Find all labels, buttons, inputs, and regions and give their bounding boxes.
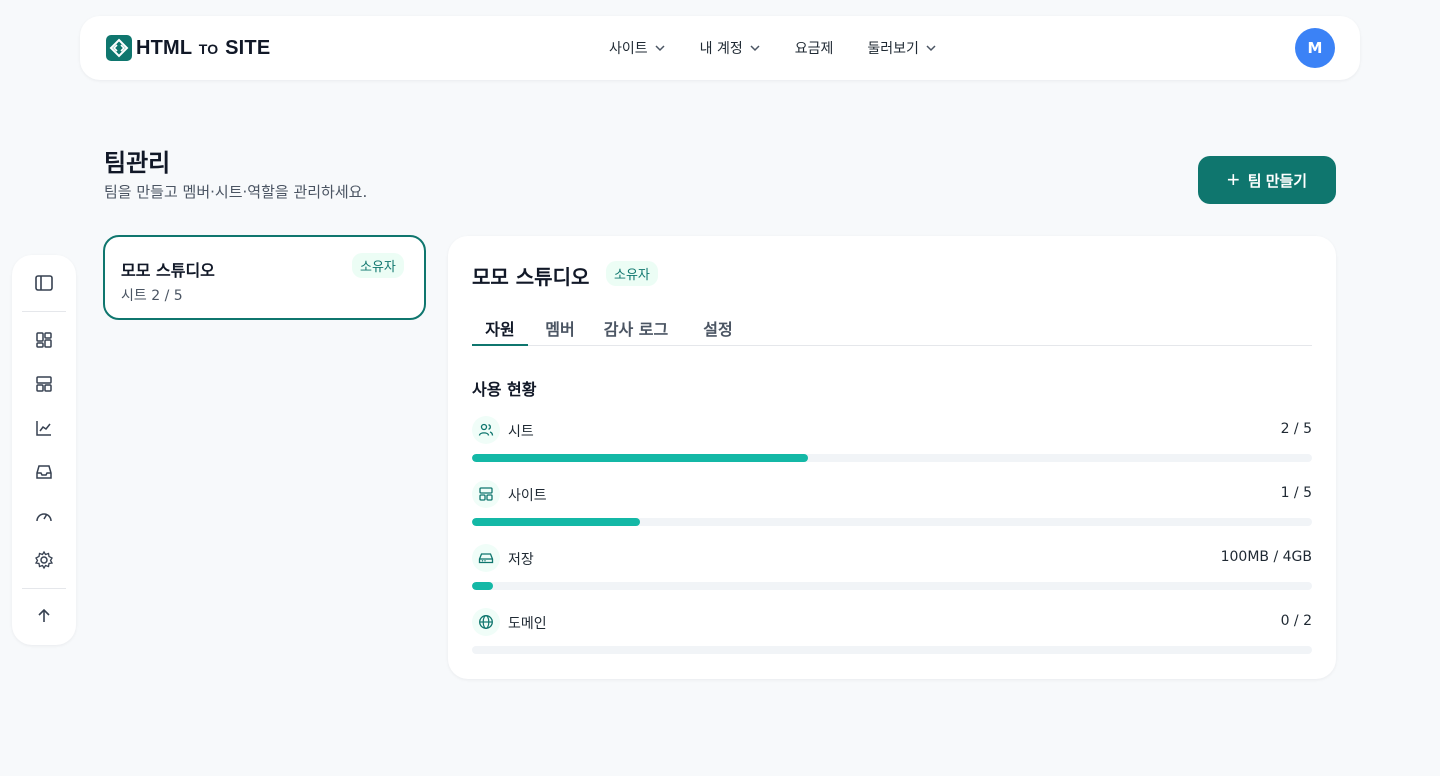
resource-progress-track	[472, 518, 1312, 526]
brand-name: HTML TO SITE	[136, 36, 271, 59]
chevron-down-icon	[750, 45, 760, 52]
rail-divider	[22, 311, 66, 312]
resource-label: 도메인	[508, 616, 547, 632]
nav-item-sites[interactable]: 사이트	[609, 38, 666, 58]
resource-progress-fill	[472, 454, 808, 462]
user-avatar[interactable]: M	[1295, 28, 1335, 68]
nav-item-explore[interactable]: 둘러보기	[867, 38, 937, 58]
nav-item-label: 요금제	[794, 41, 834, 57]
tab-members[interactable]: 멤버	[536, 312, 584, 346]
create-team-label: 팀 만들기	[1247, 172, 1308, 190]
resource-row-domains: 도메인 0 / 2	[472, 608, 1312, 656]
tab-resources[interactable]: 자원	[472, 312, 528, 346]
team-card-seats: 시트 2 / 5	[121, 288, 183, 304]
resource-value: 2 / 5	[1280, 421, 1312, 437]
chart-icon[interactable]	[32, 416, 56, 440]
team-card-name: 모모 스튜디오	[121, 261, 215, 280]
inbox-icon[interactable]	[32, 460, 56, 484]
tab-settings[interactable]: 설정	[694, 312, 742, 346]
resource-row-storage: 저장 100MB / 4GB	[472, 544, 1312, 592]
arrow-up-icon[interactable]	[32, 604, 56, 628]
gauge-icon[interactable]	[32, 504, 56, 528]
resource-label: 사이트	[508, 488, 547, 504]
resource-value: 1 / 5	[1280, 485, 1312, 501]
layout-icon	[472, 480, 500, 508]
dashboard-icon[interactable]	[32, 328, 56, 352]
resource-row-seats: 시트 2 / 5	[472, 416, 1312, 464]
usage-section-title: 사용 현황	[472, 380, 537, 399]
create-team-button[interactable]: + 팀 만들기	[1198, 156, 1336, 204]
role-badge: 소유자	[352, 253, 404, 278]
resource-progress-track	[472, 646, 1312, 654]
chevron-down-icon	[926, 45, 936, 52]
team-card[interactable]: 모모 스튜디오 소유자 시트 2 / 5	[103, 235, 426, 320]
tab-bar: 자원 멤버 감사 로그 설정	[472, 312, 1312, 346]
role-badge: 소유자	[606, 261, 658, 286]
page-title: 팀관리	[104, 149, 171, 177]
main-nav: 사이트 내 계정 요금제 둘러보기	[609, 16, 937, 80]
resource-progress-track	[472, 454, 1312, 462]
resource-row-sites: 사이트 1 / 5	[472, 480, 1312, 528]
resource-value: 100MB / 4GB	[1220, 549, 1312, 565]
top-navbar: HTML TO SITE 사이트 내 계정 요금제 둘러보기 M	[80, 16, 1360, 80]
gear-icon[interactable]	[32, 548, 56, 572]
sidebar-toggle-icon[interactable]	[32, 271, 56, 295]
panel-team-name: 모모 스튜디오	[472, 265, 590, 289]
tab-audit-log[interactable]: 감사 로그	[596, 312, 676, 346]
logo-mark-icon	[106, 35, 132, 61]
nav-item-label: 둘러보기	[867, 41, 919, 57]
team-detail-panel: 모모 스튜디오 소유자 자원 멤버 감사 로그 설정 사용 현황 시트 2 / …	[448, 236, 1336, 679]
rail-divider	[22, 588, 66, 589]
page-subtitle: 팀을 만들고 멤버·시트·역할을 관리하세요.	[104, 183, 368, 201]
resource-progress-fill	[472, 582, 493, 590]
plus-icon: +	[1226, 167, 1240, 192]
users-icon	[472, 416, 500, 444]
nav-item-label: 내 계정	[699, 41, 743, 57]
chevron-down-icon	[655, 45, 665, 52]
brand-logo[interactable]: HTML TO SITE	[106, 35, 270, 61]
resource-progress-track	[472, 582, 1312, 590]
nav-item-account[interactable]: 내 계정	[700, 38, 761, 58]
storage-icon	[472, 544, 500, 572]
side-rail	[12, 255, 76, 645]
layout-icon[interactable]	[32, 372, 56, 396]
resource-progress-fill	[472, 518, 640, 526]
nav-item-pricing[interactable]: 요금제	[795, 38, 834, 58]
resource-label: 시트	[508, 424, 534, 440]
resource-value: 0 / 2	[1280, 613, 1312, 629]
resource-label: 저장	[508, 552, 534, 568]
nav-item-label: 사이트	[609, 41, 648, 57]
globe-icon	[472, 608, 500, 636]
